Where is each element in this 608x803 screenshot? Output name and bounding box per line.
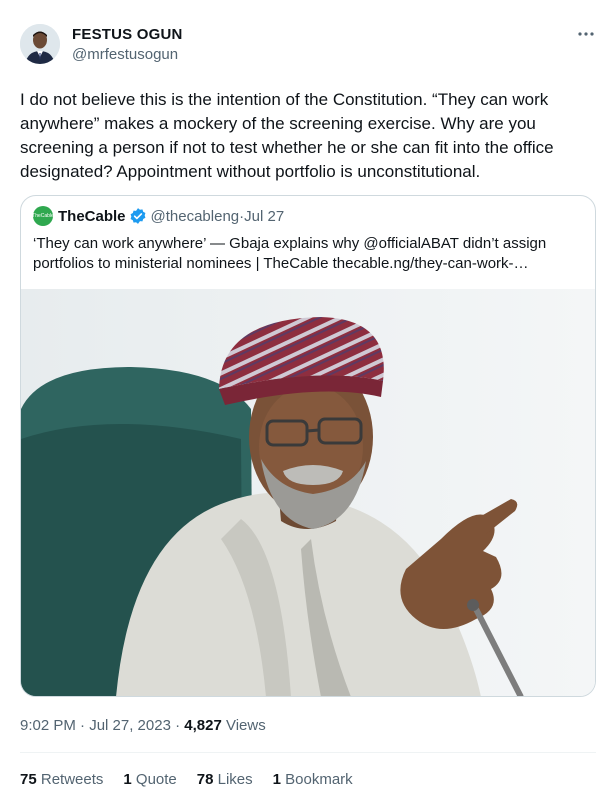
quoted-tweet-card[interactable]: TheCable TheCable @thecableng · Jul 27 ‘… (20, 195, 596, 697)
quotes-count: 1 (123, 771, 132, 788)
bookmarks-label: Bookmark (280, 771, 353, 788)
author-handle[interactable]: @mrfestusogun (72, 46, 178, 63)
quoted-tweet-header: TheCable TheCable @thecableng · Jul 27 (32, 206, 284, 226)
quoted-author-handle[interactable]: @thecableng (151, 208, 240, 225)
bookmarks-stat[interactable]: 1 Bookmark (273, 771, 353, 788)
quoted-tweet-date[interactable]: Jul 27 (244, 208, 284, 225)
tweet-timestamp[interactable]: 9:02 PM · Jul 27, 2023 · 4,827 Views (20, 717, 266, 734)
likes-count: 78 (196, 771, 214, 788)
quoted-avatar-text: TheCable (32, 213, 54, 219)
more-icon (578, 32, 594, 36)
quoted-text-line-1: ‘They can work anywhere’ — Gbaja explain… (33, 235, 547, 252)
retweets-label: Retweets (36, 771, 104, 788)
quoted-author-name[interactable]: TheCable (58, 208, 126, 225)
tweet-time-text[interactable]: 9:02 PM · Jul 27, 2023 · (20, 717, 184, 734)
quoted-text-line-2: portfolios to ministerial nominees | The… (33, 255, 529, 272)
quoted-tweet-photo[interactable] (21, 289, 595, 696)
verified-badge-icon (129, 207, 147, 225)
quotes-label: Quote (131, 771, 177, 788)
divider (20, 752, 596, 753)
author-name[interactable]: FESTUS OGUN (72, 26, 183, 43)
more-options-button[interactable] (570, 22, 602, 46)
bookmarks-count: 1 (272, 771, 281, 788)
quoted-tweet-text: ‘They can work anywhere’ — Gbaja explain… (33, 234, 585, 274)
quoted-author-avatar[interactable]: TheCable (32, 206, 54, 226)
views-count: 4,827 (184, 717, 222, 734)
author-avatar[interactable] (20, 24, 60, 64)
likes-stat[interactable]: 78 Likes (197, 771, 253, 788)
tweet-text: I do not believe this is the intention o… (20, 90, 554, 181)
retweets-count: 75 (20, 771, 37, 788)
quotes-stat[interactable]: 1 Quote (123, 771, 176, 788)
retweets-stat[interactable]: 75 Retweets (20, 771, 103, 788)
engagement-stats: 75 Retweets 1 Quote 78 Likes 1 Bookmark (20, 771, 373, 788)
likes-label: Likes (213, 771, 253, 788)
views-label: Views (221, 717, 266, 734)
